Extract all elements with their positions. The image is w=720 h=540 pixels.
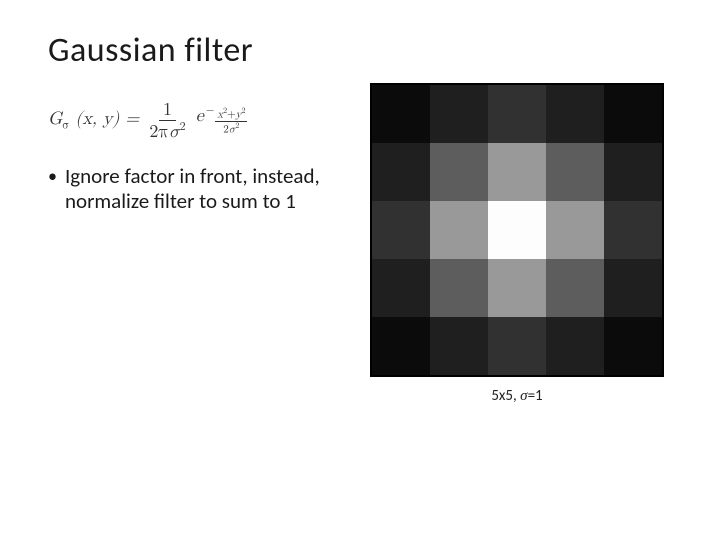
formula-e: e (196, 107, 204, 127)
kernel-cell (372, 201, 430, 259)
caption-prefix: 5x5, (491, 387, 520, 405)
kernel-cell (488, 259, 546, 317)
formula-args: (x, y) = (75, 110, 139, 128)
content-row: Gσ (x, y) = 1 2πσ2 e − x (48, 101, 672, 405)
kernel-cell (430, 85, 488, 143)
kernel-cell (372, 317, 430, 375)
exp-den: 2σ2 (221, 122, 241, 136)
gaussian-formula: Gσ (x, y) = 1 2πσ2 e − x (48, 101, 348, 142)
formula-exp: e − x2+y2 2σ2 (196, 107, 248, 136)
kernel-cell (430, 317, 488, 375)
formula-G: G (48, 110, 62, 128)
bullet-item: • Ignore factor in front, instead, norma… (48, 164, 348, 214)
frac-den-sigma: σ (169, 123, 180, 141)
formula-exp-frac: x2+y2 2σ2 (215, 107, 247, 136)
kernel-cell (488, 317, 546, 375)
kernel-cell (546, 201, 604, 259)
right-column: 5x5, σ=1 (370, 83, 664, 405)
left-column: Gσ (x, y) = 1 2πσ2 e − x (48, 101, 348, 214)
bullet-dot-icon: • (48, 164, 57, 189)
kernel-cell (546, 317, 604, 375)
bullet-text: Ignore factor in front, instead, normali… (65, 164, 348, 214)
kernel-cell (604, 143, 662, 201)
kernel-cell (604, 201, 662, 259)
kernel-cell (604, 317, 662, 375)
slide-title: Gaussian filter (48, 30, 672, 71)
kernel-cell (604, 259, 662, 317)
frac-den-exp: 2 (180, 121, 186, 133)
kernel-cell (430, 143, 488, 201)
kernel-cell (372, 85, 430, 143)
formula-fraction: 1 2πσ2 (145, 101, 189, 142)
frac-den: 2πσ2 (145, 121, 189, 142)
kernel-cell (372, 143, 430, 201)
kernel-caption: 5x5, σ=1 (491, 387, 542, 405)
exp-num-y-pow: 2 (241, 107, 245, 115)
kernel-cell (546, 259, 604, 317)
caption-eq: =1 (528, 387, 543, 405)
frac-num: 1 (159, 101, 176, 121)
kernel-cell (488, 143, 546, 201)
formula-sigma-sub: σ (62, 120, 69, 132)
exp-den-pow: 2 (235, 122, 239, 130)
exp-num-plus: + (227, 109, 236, 120)
kernel-cell (372, 259, 430, 317)
slide: Gaussian filter Gσ (x, y) = 1 2πσ2 (0, 0, 720, 540)
kernel-cell (488, 201, 546, 259)
bullet-list: • Ignore factor in front, instead, norma… (48, 164, 348, 214)
exp-num: x2+y2 (215, 107, 247, 122)
kernel-cell (604, 85, 662, 143)
kernel-cell (430, 259, 488, 317)
kernel-cell (546, 85, 604, 143)
gaussian-kernel-heatmap (370, 83, 664, 377)
kernel-cell (488, 85, 546, 143)
kernel-cell (546, 143, 604, 201)
caption-sigma: σ (520, 388, 527, 404)
frac-den-2pi: 2π (149, 123, 169, 141)
formula-exp-minus: − (206, 105, 215, 117)
kernel-cell (430, 201, 488, 259)
